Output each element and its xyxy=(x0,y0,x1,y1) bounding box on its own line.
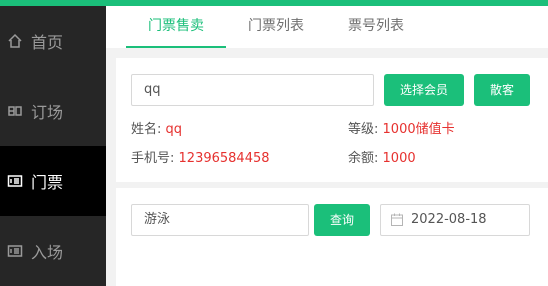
date-picker[interactable]: 2022-08-18 xyxy=(380,204,530,236)
sidebar-item-court-booking[interactable]: 订场 xyxy=(0,76,106,146)
sidebar-item-label: 订场 xyxy=(31,103,64,122)
balance-value: 1000 xyxy=(382,151,416,166)
sidebar-item-entry[interactable]: 入场 xyxy=(0,216,106,286)
guest-button[interactable]: 散客 xyxy=(474,74,530,106)
member-name-row: 姓名: qq xyxy=(131,118,182,137)
tab-ticket-list[interactable]: 门票列表 xyxy=(238,6,314,48)
level-label: 等级: xyxy=(348,122,379,137)
sidebar-item-label: 入场 xyxy=(31,243,64,262)
keyword-input[interactable]: 游泳 xyxy=(131,204,309,236)
phone-label: 手机号: xyxy=(131,151,175,166)
balance-label: 余额: xyxy=(348,151,379,166)
tab-bar: 门票售卖 门票列表 票号列表 xyxy=(106,6,548,48)
select-member-button[interactable]: 选择会员 xyxy=(384,74,464,106)
sidebar-item-label: 门票 xyxy=(31,173,64,192)
query-button[interactable]: 查询 xyxy=(314,204,370,236)
court-booking-icon xyxy=(7,103,23,119)
name-label: 姓名: xyxy=(131,122,162,137)
member-card: qq 选择会员 散客 姓名: qq 等级: 1000储值卡 手机号: 12396… xyxy=(116,58,548,182)
level-value: 1000储值卡 xyxy=(382,122,455,137)
tab-ticket-number-list[interactable]: 票号列表 xyxy=(338,6,414,48)
date-value: 2022-08-18 xyxy=(411,212,487,227)
name-value: qq xyxy=(165,122,183,137)
sidebar-item-tickets[interactable]: 门票 xyxy=(0,146,106,216)
sidebar: 首页 订场 门票 入场 xyxy=(0,6,106,286)
phone-value: 12396584458 xyxy=(178,151,270,166)
ticket-icon xyxy=(7,173,23,189)
main-content: 门票售卖 门票列表 票号列表 qq 选择会员 散客 姓名: qq 等级: 100… xyxy=(106,6,548,286)
member-phone-row: 手机号: 12396584458 xyxy=(131,147,270,166)
entry-icon xyxy=(7,243,23,259)
sidebar-item-label: 首页 xyxy=(31,33,64,52)
member-balance-row: 余额: 1000 xyxy=(348,147,416,166)
tab-ticket-sales[interactable]: 门票售卖 xyxy=(126,6,226,48)
calendar-icon xyxy=(391,213,403,226)
member-search-input[interactable]: qq xyxy=(131,74,374,106)
query-card: 游泳 查询 2022-08-18 xyxy=(116,188,548,286)
sidebar-item-home[interactable]: 首页 xyxy=(0,6,106,76)
home-icon xyxy=(7,33,23,49)
member-level-row: 等级: 1000储值卡 xyxy=(348,118,455,137)
